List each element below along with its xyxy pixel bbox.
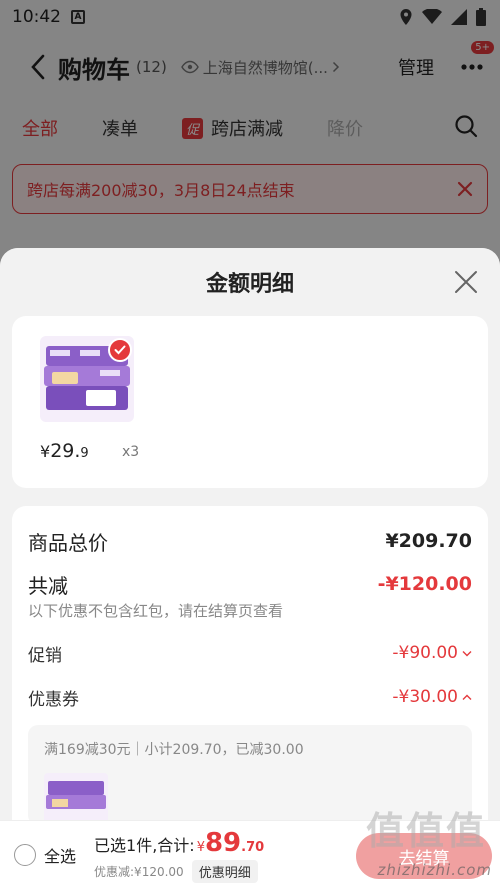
price-int: 29. (50, 440, 81, 462)
promo-row[interactable]: 促销 -¥90.00 (28, 639, 472, 667)
select-all-label[interactable]: 全选 (44, 843, 76, 867)
total-label: 商品总价 (28, 530, 108, 555)
total-row: 商品总价 ¥209.70 (28, 526, 472, 556)
sheet-close-button[interactable] (454, 270, 478, 294)
discount-detail-button[interactable]: 优惠明细 (191, 859, 258, 883)
price-symbol: ¥ (40, 442, 51, 461)
chevron-up-icon (462, 694, 472, 700)
order-summary: 已选1件,合计: ¥ 89 .70 优惠减:¥120.00 优惠明细 (94, 828, 264, 883)
coupon-row[interactable]: 优惠券 -¥30.00 (28, 683, 472, 711)
selected-text: 已选1件,合计: (94, 835, 195, 855)
coupon-value: -¥30.00 (392, 687, 458, 707)
promo-value: -¥90.00 (392, 643, 458, 663)
reduce-row: 共减 -¥120.00 (28, 570, 472, 598)
reduce-value: -¥120.00 (377, 573, 472, 595)
tissue-pack-thumb (46, 781, 106, 809)
product-quantity: x3 (122, 444, 140, 460)
reduce-note: 以下优惠不包含红包，请在结算页查看 (28, 602, 284, 620)
product-price: ¥29.9 (40, 440, 89, 462)
select-all-radio[interactable] (14, 844, 36, 866)
total-dec: .70 (241, 839, 265, 855)
watermark-url: zhizhizhi.com (377, 861, 492, 879)
close-icon (455, 271, 477, 293)
reduce-label: 共减 (28, 573, 68, 598)
total-int: 89 (204, 827, 242, 858)
sheet-header: 金额明细 (0, 248, 500, 316)
sheet-title: 金额明细 (205, 272, 294, 297)
chevron-down-icon (462, 650, 472, 656)
coupon-label: 优惠券 (28, 689, 79, 710)
total-symbol: ¥ (196, 839, 205, 855)
watermark-logo: 值值值 (365, 809, 486, 853)
coupon-detail-text: 满169减30元｜小计209.70，已减30.00 (44, 742, 304, 758)
amount-detail-sheet: 金额明细 ¥29.9 x3 商品总价 ¥209.70 共减 -¥120.00 以… (0, 248, 500, 889)
promo-label: 促销 (28, 645, 62, 666)
price-detail-card: 商品总价 ¥209.70 共减 -¥120.00 以下优惠不包含红包，请在结算页… (12, 506, 488, 846)
total-value: ¥209.70 (385, 530, 472, 552)
coupon-product-thumb (44, 773, 108, 823)
discount-text: 优惠减:¥120.00 (94, 864, 184, 879)
selected-check-icon (108, 338, 132, 362)
product-card: ¥29.9 x3 (12, 316, 488, 488)
price-dec: 9 (80, 446, 89, 461)
